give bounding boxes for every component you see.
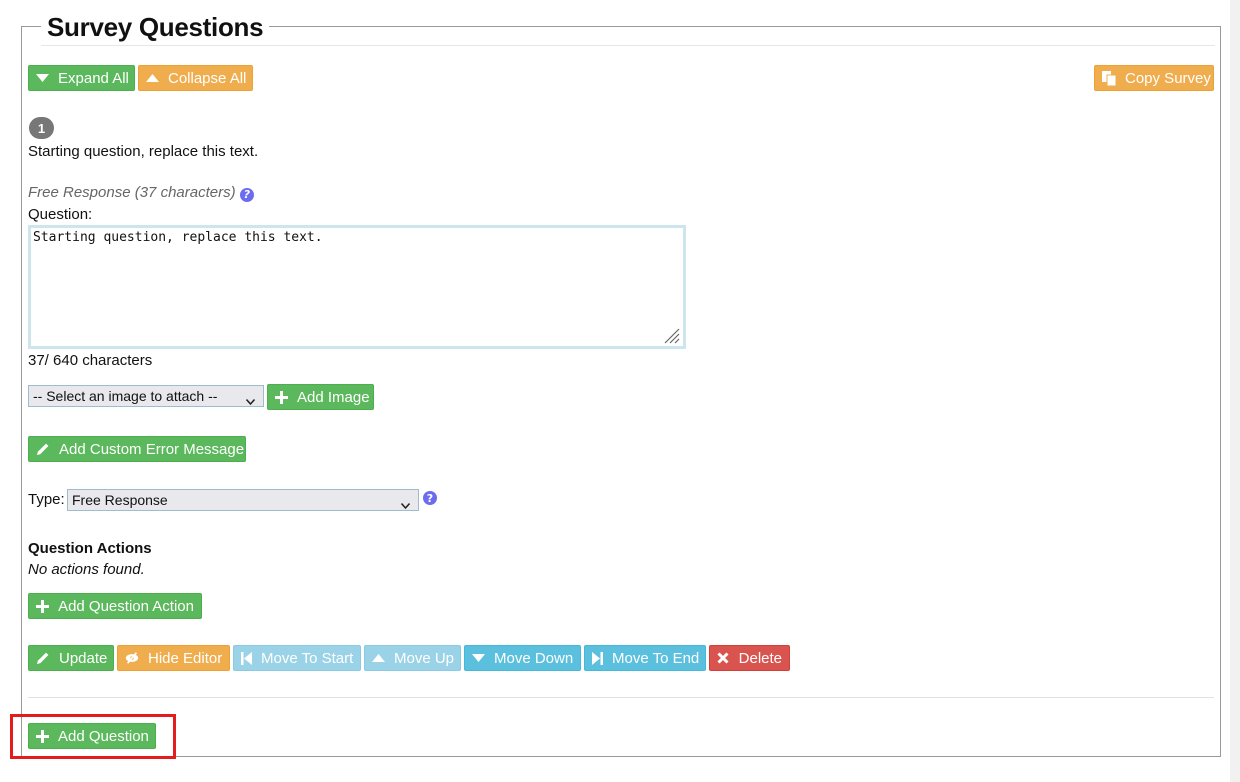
add-image-label: Add Image — [297, 388, 370, 406]
delete-label: Delete — [738, 649, 782, 667]
move-to-end-label: Move To End — [612, 649, 700, 667]
step-backward-icon — [241, 651, 252, 665]
add-custom-error-label: Add Custom Error Message — [59, 440, 245, 458]
pencil-icon — [36, 442, 50, 456]
title-divider — [41, 45, 1215, 46]
section-divider — [28, 697, 1214, 698]
help-icon[interactable]: ? — [423, 491, 437, 505]
help-icon[interactable]: ? — [239, 188, 254, 202]
move-to-start-label: Move To Start — [261, 649, 354, 667]
copy-icon — [1102, 70, 1116, 86]
copy-survey-button[interactable]: Copy Survey — [1094, 65, 1214, 91]
type-label: Type: — [28, 491, 65, 508]
add-question-action-label: Add Question Action — [58, 597, 194, 615]
expand-all-button[interactable]: Expand All — [28, 65, 135, 91]
chevron-down-icon — [245, 392, 256, 408]
move-to-end-button[interactable]: Move To End — [584, 645, 706, 671]
caret-up-icon — [372, 651, 385, 665]
chevron-down-icon — [400, 496, 411, 512]
update-button[interactable]: Update — [28, 645, 114, 671]
caret-up-icon — [146, 71, 159, 85]
image-select-value: -- Select an image to attach -- — [33, 388, 218, 404]
eye-slash-icon — [125, 651, 139, 665]
add-custom-error-button[interactable]: Add Custom Error Message — [28, 436, 246, 462]
move-down-button[interactable]: Move Down — [464, 645, 581, 671]
type-select[interactable]: Free Response — [67, 489, 419, 511]
add-image-button[interactable]: Add Image — [267, 384, 374, 410]
move-to-start-button[interactable]: Move To Start — [233, 645, 361, 671]
step-forward-icon — [592, 651, 603, 665]
move-up-label: Move Up — [394, 649, 455, 667]
close-icon — [717, 651, 730, 665]
caret-down-icon — [472, 651, 485, 665]
hide-editor-label: Hide Editor — [148, 649, 223, 667]
move-down-label: Move Down — [494, 649, 574, 667]
resize-grip-icon[interactable] — [662, 326, 680, 344]
update-label: Update — [59, 649, 108, 667]
character-count: 37/ 640 characters — [28, 352, 153, 369]
question-summary-text: Starting question, replace this text. — [28, 143, 259, 160]
delete-button[interactable]: Delete — [709, 645, 790, 671]
copy-survey-label: Copy Survey — [1125, 69, 1211, 87]
caret-down-icon — [36, 71, 49, 85]
hide-editor-button[interactable]: Hide Editor — [117, 645, 230, 671]
question-type-info: Free Response (37 characters) ? — [28, 184, 254, 202]
question-actions-heading: Question Actions — [28, 540, 152, 557]
question-label: Question: — [28, 206, 93, 223]
type-select-value: Free Response — [72, 492, 168, 508]
plus-icon — [36, 599, 50, 613]
section-title: Survey Questions — [41, 10, 270, 44]
question-type-info-text: Free Response (37 characters) — [28, 184, 236, 201]
page-scrollbar-track — [1230, 0, 1240, 782]
move-up-button[interactable]: Move Up — [364, 645, 461, 671]
plus-icon — [275, 390, 288, 404]
add-question-highlight-box — [10, 714, 176, 759]
pencil-icon — [36, 651, 50, 665]
collapse-all-label: Collapse All — [168, 69, 247, 87]
question-number-badge: 1 — [29, 117, 54, 139]
expand-all-label: Expand All — [58, 69, 129, 87]
add-question-action-button[interactable]: Add Question Action — [28, 593, 202, 619]
question-textarea[interactable]: Starting question, replace this text. — [28, 225, 686, 349]
collapse-all-button[interactable]: Collapse All — [138, 65, 253, 91]
image-select[interactable]: -- Select an image to attach -- — [28, 385, 264, 407]
no-actions-text: No actions found. — [28, 561, 145, 578]
